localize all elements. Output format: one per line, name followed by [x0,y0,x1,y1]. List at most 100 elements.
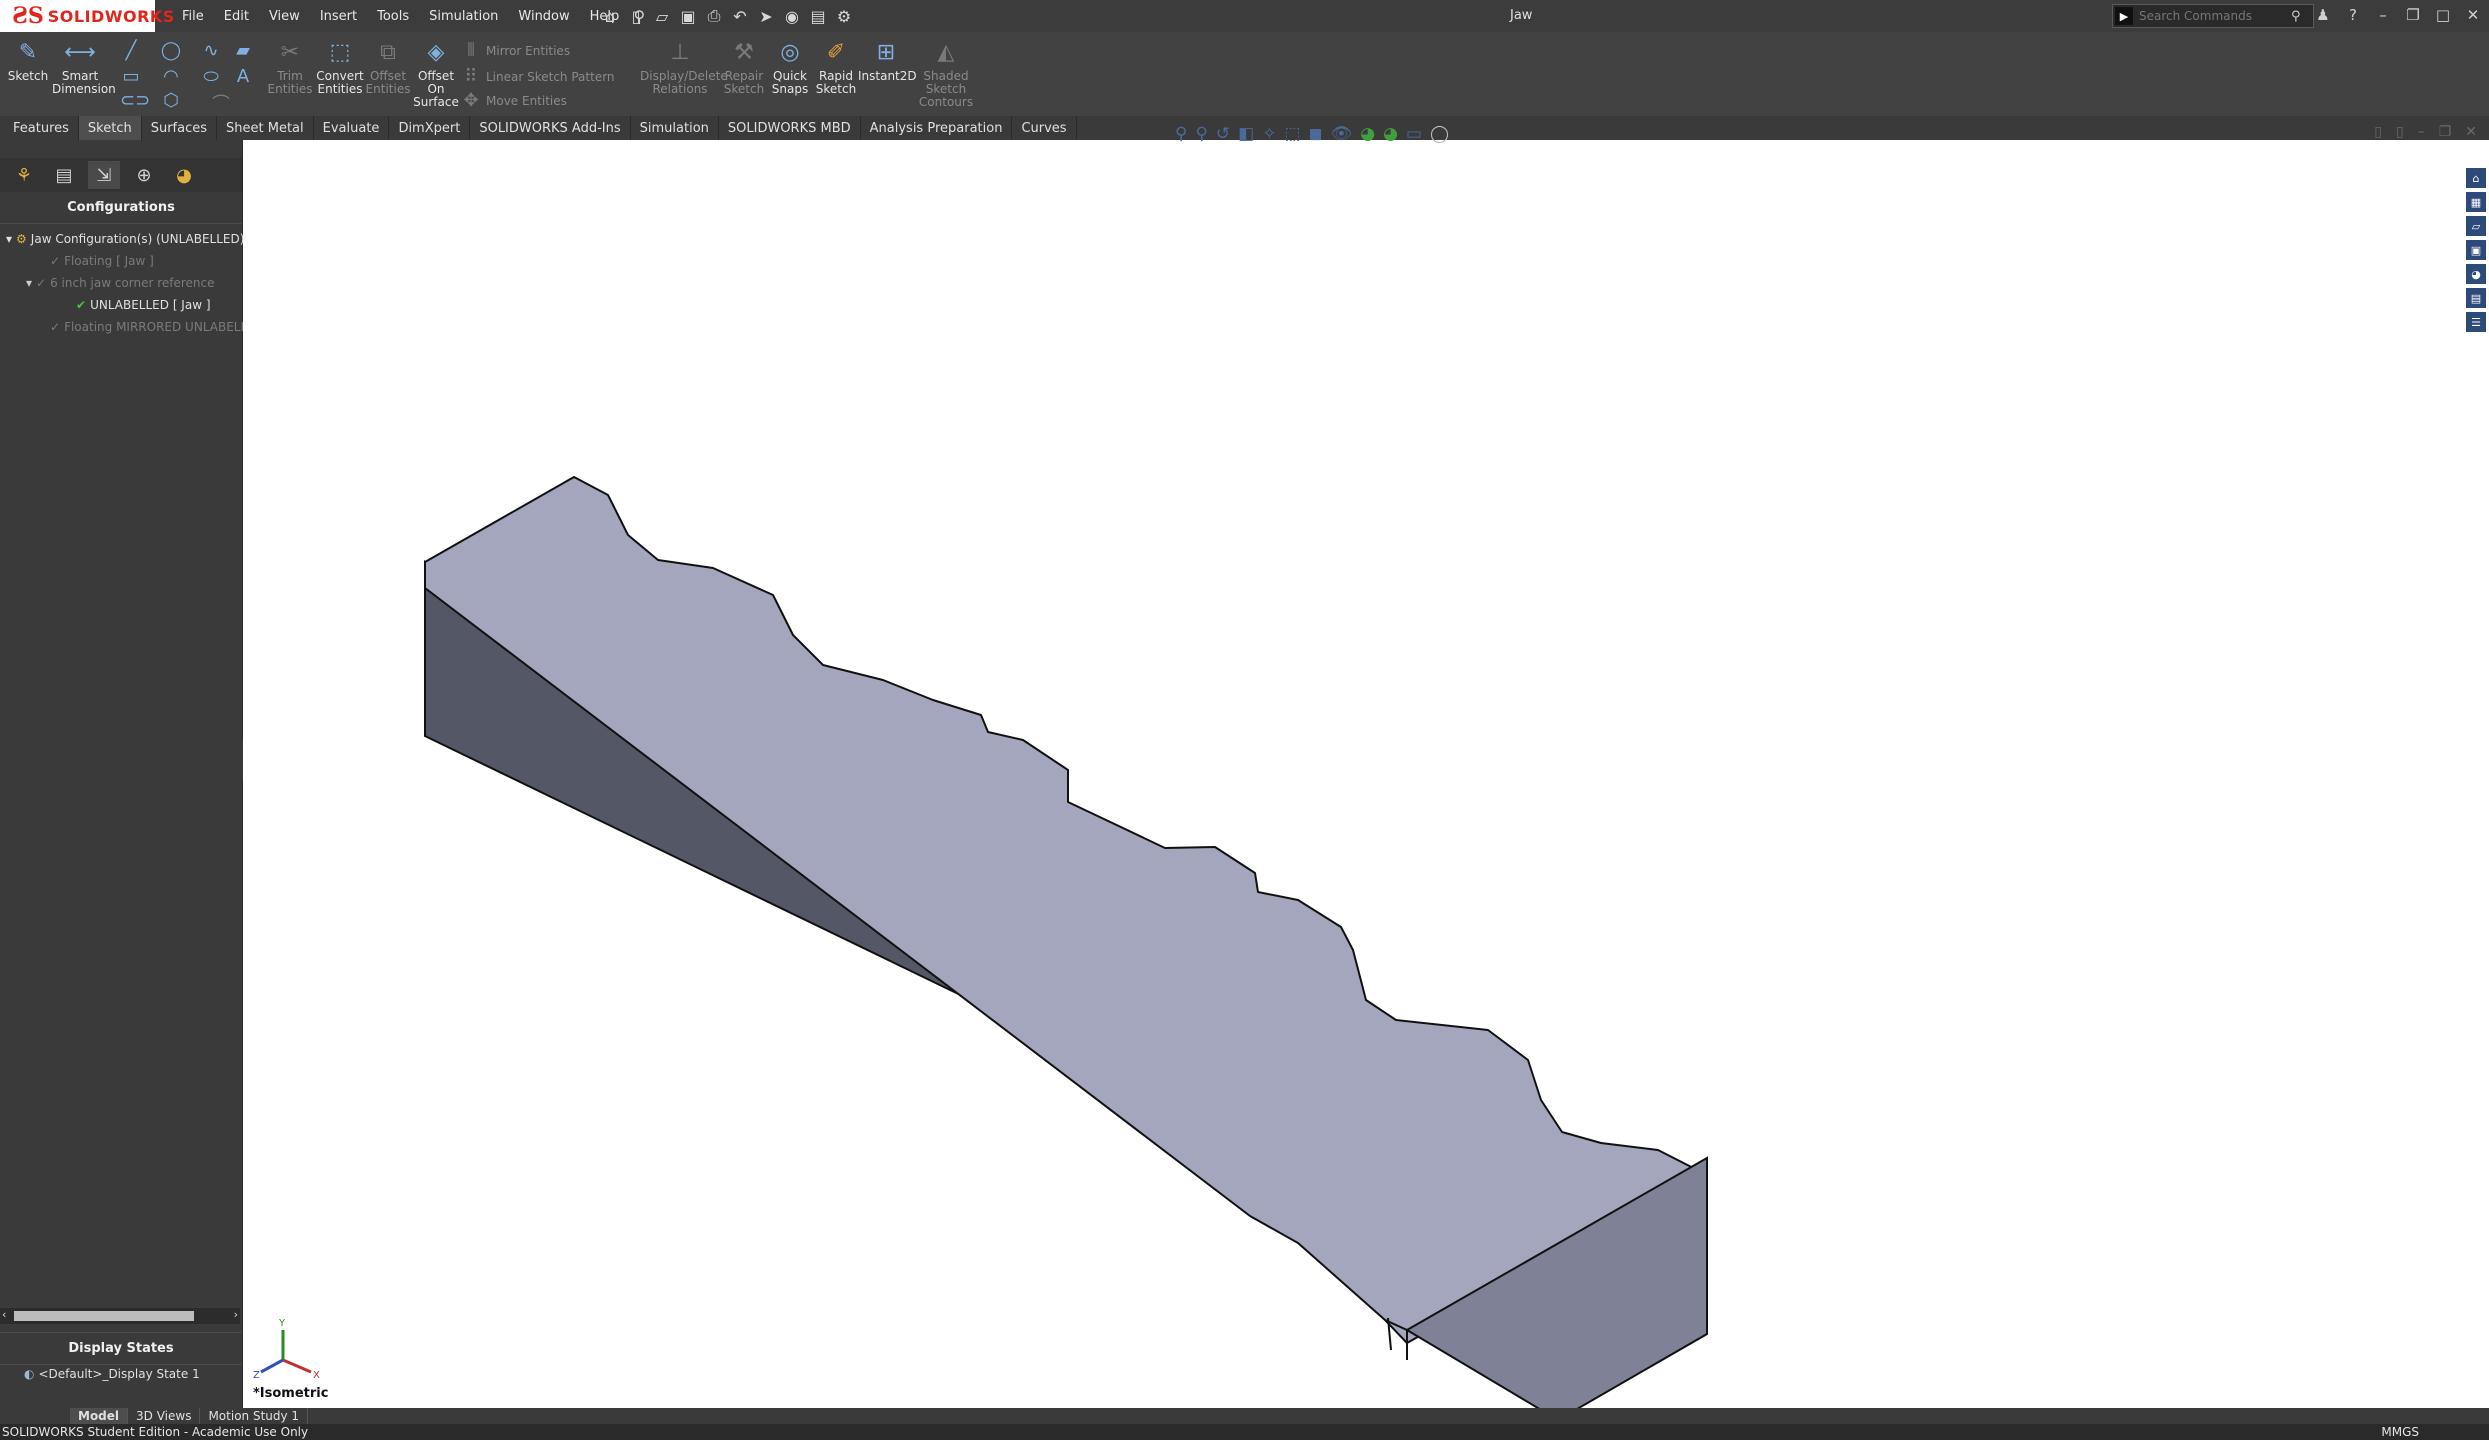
tab-3d-views[interactable]: 3D Views [128,1408,201,1424]
circle-tool[interactable]: ◯ [160,40,182,61]
tab-curves[interactable]: Curves [1012,116,1077,140]
search-icon[interactable]: ⚲ [2291,9,2301,24]
tab-simulation[interactable]: Simulation [631,116,719,140]
instant2d-button[interactable]: ⊞ Instant2D [858,38,917,83]
dynamic-annotation-icon[interactable]: ✧ [1262,124,1276,144]
tab-model[interactable]: Model [70,1408,129,1424]
text-tool[interactable]: A [232,66,254,87]
tree-item-config[interactable]: ✓ Floating MIRRORED UNLABELLED [50,320,264,334]
scroll-left-icon[interactable]: ‹ [2,1308,6,1321]
viewport-split-icon[interactable]: ▯ [2396,124,2404,140]
menu-window[interactable]: Window [508,9,579,24]
sketch-button[interactable]: ✎ Sketch [0,38,56,83]
tab-motion-study[interactable]: Motion Study 1 [200,1408,309,1424]
tab-surfaces[interactable]: Surfaces [142,116,218,140]
menu-view[interactable]: View [259,9,310,24]
tree-item-root[interactable]: ▾ ⚙ Jaw Configuration(s) (UNLABELLED) [6,232,244,246]
ellipse-tool[interactable]: ⬭ [200,66,222,87]
viewport-restore-icon[interactable]: ❐ [2439,124,2452,140]
search-input[interactable] [2137,8,2291,24]
display-manager-tab-icon[interactable]: ◕ [168,161,200,189]
display-style-icon[interactable]: ◼ [1309,124,1323,144]
viewport-tile-icon[interactable]: ▯ [2374,124,2382,140]
display-state-item[interactable]: ◐ <Default>_Display State 1 [24,1367,266,1381]
graphics-area[interactable]: Y X Z ⌂ ▦ ▱ ▣ ◕ ▤ ☰ [243,140,2489,1408]
tab-features[interactable]: Features [4,116,79,140]
user-icon[interactable]: ♟ [2311,4,2335,26]
file-properties-icon[interactable]: ▤ [808,6,828,26]
menu-insert[interactable]: Insert [310,9,367,24]
tree-item-config[interactable]: ▾ ✓ 6 inch jaw corner reference [26,276,215,290]
view-settings-icon[interactable]: ▭ [1406,124,1422,144]
mirror-entities-button[interactable]: ⫴ Mirror Entities [460,40,570,61]
feature-manager-tab-icon[interactable]: ⚘ [8,161,40,189]
panel-horizontal-scrollbar[interactable]: ‹ › [0,1308,240,1324]
solidworks-logo[interactable]: ƧS SOLIDWORKS [0,0,174,32]
jaw-model-3d[interactable]: Y X Z [243,140,2489,1408]
tab-sheet-metal[interactable]: Sheet Metal [217,116,314,140]
file-explorer-icon[interactable]: ▱ [2466,216,2486,236]
plane-tool[interactable]: ▰ [232,40,254,61]
close-icon[interactable]: ✕ [2461,4,2485,26]
model-top-face[interactable] [424,476,1708,1344]
design-library-icon[interactable]: ▦ [2466,192,2486,212]
tab-evaluate[interactable]: Evaluate [314,116,390,140]
units-indicator[interactable]: MMGS [2381,1425,2419,1439]
view-orientation-icon[interactable]: ⬚ [1284,124,1300,144]
move-entities-button[interactable]: ✥ Move Entities [460,90,566,111]
tab-solidworks-add-ins[interactable]: SOLIDWORKS Add-Ins [470,116,631,140]
spline-tool[interactable]: ∿ [200,40,222,61]
tab-solidworks-mbd[interactable]: SOLIDWORKS MBD [719,116,861,140]
zoom-to-fit-icon[interactable]: ⚲ [1175,124,1187,144]
rapid-sketch-button[interactable]: ✐ Rapid Sketch [808,38,864,96]
print-icon[interactable]: ⎙ [704,6,724,26]
shaded-sketch-contours-button[interactable]: ◭ Shaded Sketch Contours [914,38,978,109]
restore-icon[interactable]: ❐ [2401,4,2425,26]
menu-simulation[interactable]: Simulation [419,9,508,24]
select-cursor-icon[interactable]: ➤ [756,6,776,26]
open-folder-icon[interactable]: ▱ [652,6,672,26]
maximize-icon[interactable]: □ [2431,4,2455,26]
offset-on-surface-button[interactable]: ◈ Offset On Surface [408,38,464,109]
section-view-icon[interactable]: ◧ [1238,124,1254,144]
minimize-icon[interactable]: – [2371,4,2395,26]
edit-appearance-icon[interactable]: ◕ [1360,124,1375,144]
dimxpert-manager-tab-icon[interactable]: ⊕ [128,161,160,189]
display-delete-relations-button[interactable]: ⊥ Display/Delete Relations [640,38,728,96]
save-icon[interactable]: ▣ [678,6,698,26]
rebuild-icon[interactable]: ◉ [782,6,802,26]
hide-show-items-icon[interactable]: 👁 [1331,124,1353,144]
tab-analysis-preparation[interactable]: Analysis Preparation [861,116,1013,140]
undo-icon[interactable]: ↶ [730,6,750,26]
slot-tool[interactable]: ⊂⊃ [120,90,150,111]
search-commands[interactable]: ▶ ⚲ [2112,4,2314,28]
viewport-minimize-icon[interactable]: – [2418,124,2425,140]
tab-sketch[interactable]: Sketch [78,116,142,140]
fillet-tool[interactable]: ⌒ [210,90,232,116]
scroll-thumb[interactable] [14,1311,194,1321]
smart-dimension-button[interactable]: ⟷ Smart Dimension [52,38,116,96]
rectangle-tool[interactable]: ▭ [120,66,142,87]
realview-icon[interactable]: ◯ [1430,124,1449,144]
configuration-manager-tab-icon[interactable]: ⇲ [88,161,120,189]
previous-view-icon[interactable]: ↺ [1216,124,1230,144]
line-tool[interactable]: ╱ [120,40,142,61]
viewport-close-icon[interactable]: ✕ [2465,124,2477,140]
appearances-icon[interactable]: ◕ [2466,264,2486,284]
menu-edit[interactable]: Edit [214,9,259,24]
property-manager-tab-icon[interactable]: ▤ [48,161,80,189]
zoom-to-area-icon[interactable]: ⚲ [1195,124,1207,144]
expand-arrow-icon[interactable]: ▾ [6,232,12,246]
collapse-arrow-icon[interactable]: ▾ [26,276,32,290]
solidworks-forum-icon[interactable]: ☰ [2466,312,2486,332]
trim-entities-button[interactable]: ✂ Trim Entities [262,38,318,96]
resources-home-icon[interactable]: ⌂ [2466,168,2486,188]
view-palette-icon[interactable]: ▣ [2466,240,2486,260]
new-document-icon[interactable]: ▯ [626,6,646,26]
tree-item-config[interactable]: ✓ Floating [ Jaw ] [50,254,154,268]
tab-dimxpert[interactable]: DimXpert [389,116,471,140]
linear-sketch-pattern-button[interactable]: ⠿ Linear Sketch Pattern [460,66,614,87]
home-icon[interactable]: ⌂ [600,6,620,26]
help-icon[interactable]: ? [2341,4,2365,26]
tree-item-config-active[interactable]: ✔ UNLABELLED [ Jaw ] [76,298,211,312]
